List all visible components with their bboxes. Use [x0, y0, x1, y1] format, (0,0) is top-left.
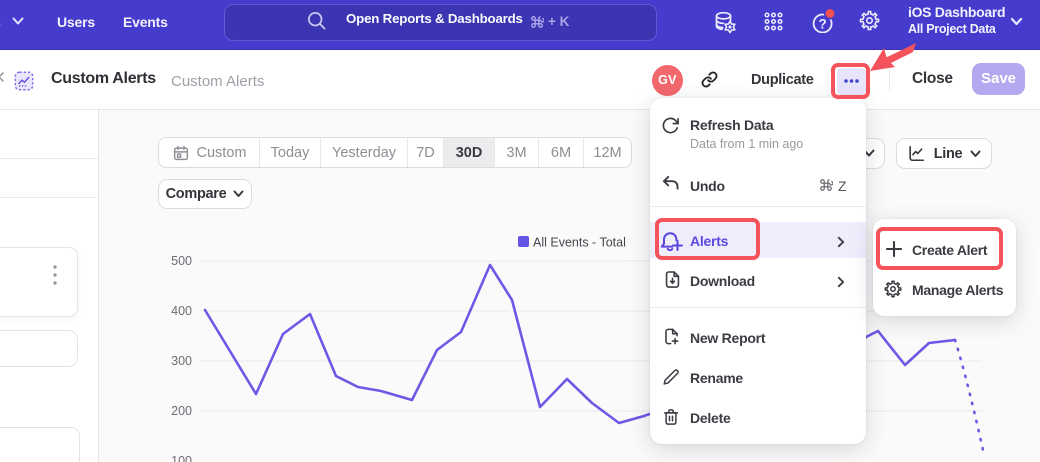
- svg-text:400: 400: [171, 304, 192, 318]
- svg-text:100: 100: [171, 454, 192, 462]
- svg-text:?: ?: [818, 16, 826, 31]
- svg-text:500: 500: [171, 254, 192, 268]
- svg-text:All Events - Total: All Events - Total: [533, 236, 626, 250]
- svg-text:300: 300: [171, 354, 192, 368]
- svg-text:200: 200: [171, 404, 192, 418]
